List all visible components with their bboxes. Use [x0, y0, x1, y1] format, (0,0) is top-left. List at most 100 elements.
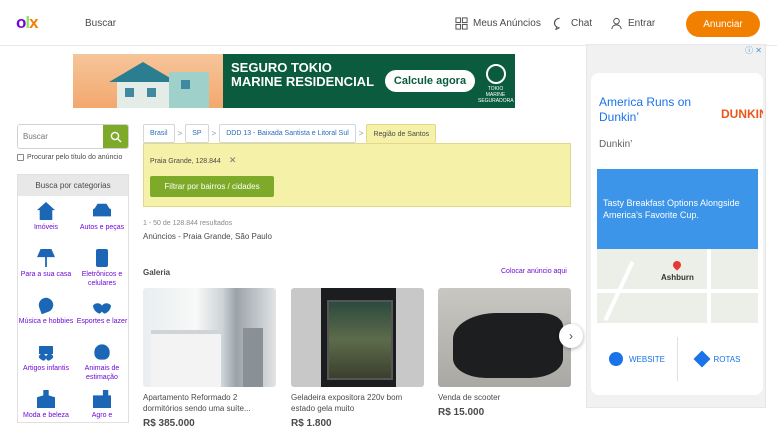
ad-card[interactable]: America Runs on Dunkin’ DUNKIN' Dunkin’ … — [591, 73, 763, 395]
my-ads-link[interactable]: Meus Anúncios — [455, 17, 541, 30]
gallery-card[interactable]: Apartamento Reformado 2 dormitórios send… — [143, 288, 276, 429]
listing-photo[interactable] — [291, 288, 424, 387]
post-ad-button[interactable]: Anunciar — [686, 11, 760, 37]
user-icon — [611, 17, 622, 30]
banner-cta-button[interactable]: Calcule agora — [385, 70, 475, 92]
listing-price: R$ 15.000 — [438, 407, 485, 418]
close-icon[interactable]: ✕ — [229, 155, 237, 165]
category-musica[interactable]: Música e hobbies — [18, 295, 74, 343]
tractor-icon — [93, 390, 111, 408]
side-ad[interactable]: ⓘ ✕ America Runs on Dunkin’ DUNKIN' Dunk… — [586, 44, 766, 408]
login-link[interactable]: Entrar — [610, 17, 655, 30]
map-location-label: Ashburn — [661, 273, 694, 282]
ad-subtitle: Dunkin’ — [599, 139, 633, 150]
breadcrumb-separator: > — [358, 129, 364, 138]
ad-title[interactable]: America Runs on Dunkin’ — [599, 95, 709, 125]
listing-title[interactable]: Venda de scooter — [438, 392, 571, 403]
category-label: Eletrônicos e celulares — [81, 271, 123, 287]
category-label: Esportes e lazer — [76, 318, 128, 325]
search-icon — [110, 131, 121, 142]
banner-ad[interactable]: SEGURO TOKIO MARINE RESIDENCIAL Calcule … — [73, 54, 515, 108]
breadcrumb-item[interactable]: SP — [185, 124, 209, 143]
chat-label: Chat — [571, 18, 593, 29]
globe-icon — [608, 352, 623, 366]
title-only-checkbox[interactable]: Procurar pelo título do anúncio — [17, 154, 122, 161]
category-infantis[interactable]: Artigos infantis — [18, 343, 74, 390]
ad-choices-icon[interactable]: ⓘ ✕ — [745, 45, 762, 56]
my-ads-label: Meus Anúncios — [473, 18, 541, 29]
category-eletronicos[interactable]: Eletrônicos e celulares — [74, 249, 130, 296]
tokio-marine-logo: TOKIO MARINE SEGURADORA — [478, 64, 514, 104]
title-only-label: Procurar pelo título do anúncio — [27, 154, 123, 161]
breadcrumb: Brasil > SP > DDD 13 - Baixada Santista … — [143, 124, 437, 143]
results-title: Anúncios - Praia Grande, São Paulo — [143, 232, 272, 241]
category-label: Para a sua casa — [20, 271, 72, 278]
category-label: Imóveis — [33, 224, 59, 231]
category-casa[interactable]: Para a sua casa — [18, 249, 74, 296]
gallery-advertise-link[interactable]: Colocar anúncio aqui — [501, 268, 567, 275]
listing-title[interactable]: Geladeira expositora 220v bom estado gel… — [291, 392, 424, 414]
ad-directions-label: ROTAS — [713, 354, 741, 364]
category-autos[interactable]: Autos e peças — [74, 202, 130, 249]
category-esportes[interactable]: Esportes e lazer — [74, 296, 130, 343]
category-label: Animais de estimação — [84, 365, 120, 381]
chat-icon — [554, 17, 560, 30]
car-icon — [93, 203, 111, 217]
person-icon — [37, 390, 55, 408]
listing-title[interactable]: Apartamento Reformado 2 dormitórios send… — [143, 392, 276, 414]
top-navbar: olx Buscar Meus Anúncios Chat Entrar Anu… — [0, 0, 777, 46]
ad-website-button[interactable]: WEBSITE — [597, 337, 677, 381]
gallery-card[interactable]: Venda de scooter R$ 15.000 — [438, 288, 571, 418]
ad-directions-button[interactable]: ROTAS — [677, 337, 758, 381]
ad-actions: WEBSITE ROTAS — [597, 337, 758, 381]
chevron-right-icon: › — [569, 329, 573, 343]
category-imoveis[interactable]: Imóveis — [18, 202, 74, 249]
results-count: 1 - 50 de 128.844 resultados — [143, 220, 233, 227]
filter-tag-label: Praia Grande, 128.844 — [150, 158, 221, 165]
breadcrumb-item-active[interactable]: Região de Santos — [366, 124, 437, 143]
category-label: Música e hobbies — [18, 318, 74, 325]
chat-link[interactable]: Chat — [553, 17, 592, 30]
breadcrumb-item[interactable]: Brasil — [143, 124, 175, 143]
category-label: Agro e — [91, 412, 113, 419]
search-button[interactable] — [103, 125, 128, 148]
listing-price: R$ 1.800 — [291, 418, 332, 429]
stroller-icon — [37, 343, 55, 361]
ad-map[interactable]: Ashburn — [597, 249, 758, 323]
house-illustration — [73, 54, 223, 108]
gallery-card[interactable]: Geladeira expositora 220v bom estado gel… — [291, 288, 424, 429]
category-label: Artigos infantis — [23, 365, 69, 372]
category-moda[interactable]: Moda e beleza — [18, 390, 74, 437]
login-label: Entrar — [628, 18, 656, 29]
gallery-next-button[interactable]: › — [559, 324, 583, 348]
tokio-marine-label: TOKIO MARINE SEGURADORA — [478, 86, 514, 104]
gallery-heading: Galeria — [143, 268, 171, 277]
listing-photo[interactable] — [438, 288, 571, 387]
olx-logo[interactable]: olx — [16, 13, 39, 33]
map-pin-icon — [671, 259, 683, 271]
paw-icon — [94, 344, 110, 360]
filter-neighborhoods-button[interactable]: Filtrar por bairros / cidades — [150, 176, 274, 197]
breadcrumb-separator: > — [211, 129, 217, 138]
listing-photo[interactable] — [143, 288, 276, 387]
breadcrumb-separator: > — [177, 129, 183, 138]
categories-heading: Busca por categorias — [18, 175, 128, 196]
category-agro[interactable]: Agro e — [74, 390, 130, 437]
listing-price: R$ 385.000 — [143, 418, 195, 429]
filter-tag: Praia Grande, 128.844 ✕ — [150, 155, 236, 166]
bike-icon — [93, 296, 111, 314]
category-animais[interactable]: Animais de estimação — [74, 343, 130, 390]
search-link[interactable]: Buscar — [85, 18, 116, 29]
search-input[interactable] — [18, 125, 105, 148]
phone-icon — [96, 249, 108, 267]
breadcrumb-item[interactable]: DDD 13 - Baixada Santista e Litoral Sul — [219, 124, 356, 143]
sidebar-search — [17, 124, 129, 149]
checkbox[interactable] — [17, 154, 24, 161]
directions-icon — [693, 350, 711, 368]
category-label: Moda e beleza — [23, 412, 69, 419]
grid-icon — [455, 17, 468, 30]
category-label: Autos e peças — [79, 224, 125, 231]
filter-panel: Praia Grande, 128.844 ✕ Filtrar por bairr… — [143, 143, 571, 207]
guitar-icon — [36, 295, 56, 315]
house-icon — [37, 202, 55, 220]
